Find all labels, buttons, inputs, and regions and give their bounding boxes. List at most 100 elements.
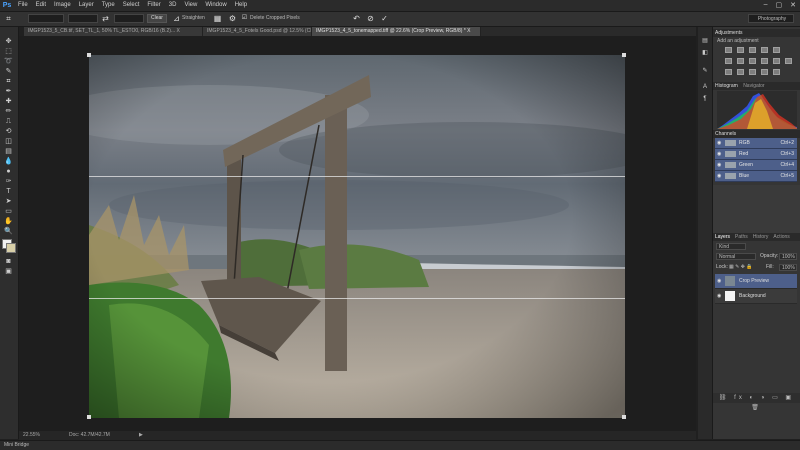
reset-icon[interactable]: ↶ — [352, 14, 361, 23]
layer-row-background[interactable]: ◉ Background — [715, 289, 797, 304]
menu-3d[interactable]: 3D — [165, 0, 181, 11]
tab-histogram[interactable]: Histogram — [713, 83, 740, 89]
swap-icon[interactable]: ⇄ — [101, 14, 110, 23]
crop-tool-icon[interactable]: ⌗ — [3, 77, 14, 86]
threshold-icon[interactable] — [749, 69, 756, 75]
channel-row-blue[interactable]: ◉ Blue Ctrl+5 — [715, 171, 797, 182]
crop-width-field[interactable] — [68, 14, 98, 23]
gear-icon[interactable]: ⚙ — [228, 14, 237, 23]
exposure-icon[interactable] — [761, 47, 768, 53]
menu-view[interactable]: View — [180, 0, 201, 11]
brightness-contrast-icon[interactable] — [725, 47, 732, 53]
channel-mixer-icon[interactable] — [773, 58, 780, 64]
screen-mode-icon[interactable]: ▣ — [3, 267, 14, 276]
menu-file[interactable]: File — [14, 0, 32, 11]
black-white-icon[interactable] — [749, 58, 756, 64]
background-color-swatch[interactable] — [6, 243, 16, 253]
visibility-eye-icon[interactable]: ◉ — [717, 138, 721, 148]
layer-row-crop-preview[interactable]: ◉ Crop Preview — [715, 274, 797, 289]
crop-height-field[interactable] — [114, 14, 144, 23]
pen-tool-icon[interactable]: ✑ — [3, 177, 14, 186]
delete-cropped-label[interactable]: Delete Cropped Pixels — [250, 14, 300, 23]
quick-select-tool-icon[interactable]: ✎ — [3, 67, 14, 76]
dodge-tool-icon[interactable]: ● — [3, 167, 14, 176]
healing-tool-icon[interactable]: ✚ — [3, 97, 14, 106]
character-panel-icon[interactable]: A — [700, 83, 710, 91]
visibility-eye-icon[interactable]: ◉ — [717, 149, 721, 159]
tab-document-active[interactable]: IMGP1523_4_5_tonemapped.tiff @ 22.6% (Cr… — [312, 27, 481, 36]
properties-icon[interactable]: ◧ — [700, 49, 710, 57]
eraser-tool-icon[interactable]: ◫ — [3, 137, 14, 146]
layer-name[interactable]: Background — [739, 289, 766, 303]
color-lookup-icon[interactable] — [785, 58, 792, 64]
visibility-eye-icon[interactable]: ◉ — [717, 289, 721, 303]
levels-icon[interactable] — [737, 47, 744, 53]
menu-window[interactable]: Window — [201, 0, 230, 11]
layers-footer-icons[interactable]: ⛓ fx ◐ ◑ ▭ ▣ 🗑 — [713, 393, 800, 411]
channel-row-red[interactable]: ◉ Red Ctrl+3 — [715, 149, 797, 160]
lasso-tool-icon[interactable]: ➰ — [3, 57, 14, 66]
invert-icon[interactable] — [725, 69, 732, 75]
menu-image[interactable]: Image — [50, 0, 75, 11]
straighten-label[interactable]: Straighten — [182, 14, 205, 23]
checkbox-icon[interactable]: ☑ — [240, 14, 249, 23]
commit-icon[interactable]: ✓ — [380, 14, 389, 23]
crop-handle-top-left[interactable] — [87, 53, 91, 57]
visibility-eye-icon[interactable]: ◉ — [717, 274, 721, 288]
photo-filter-icon[interactable] — [761, 58, 768, 64]
tab-document-2[interactable]: IMGP1523_4_5_Fotels Good.psd @ 12.5% (CB… — [203, 27, 312, 36]
path-select-tool-icon[interactable]: ➤ — [3, 197, 14, 206]
fill-field[interactable]: 100% — [779, 264, 797, 271]
color-balance-icon[interactable] — [737, 58, 744, 64]
lock-icons[interactable]: ▦ ✎ ✥ 🔒 — [729, 264, 753, 271]
paragraph-panel-icon[interactable]: ¶ — [700, 95, 710, 103]
menu-help[interactable]: Help — [231, 0, 251, 11]
cancel-icon[interactable]: ⊘ — [366, 14, 375, 23]
straighten-icon[interactable]: ⊿ — [172, 14, 181, 23]
zoom-tool-icon[interactable]: 🔍 — [3, 227, 14, 236]
marquee-tool-icon[interactable]: ⬚ — [3, 47, 14, 56]
zoom-level[interactable]: 22.55% — [23, 431, 40, 440]
gradient-map-icon[interactable] — [761, 69, 768, 75]
workspace-select[interactable]: Photography — [748, 14, 794, 23]
shape-tool-icon[interactable]: ▭ — [3, 207, 14, 216]
history-brush-tool-icon[interactable]: ⟲ — [3, 127, 14, 136]
opacity-field[interactable]: 100% — [779, 253, 797, 260]
tab-history[interactable]: History — [751, 233, 771, 241]
tab-document-1[interactable]: IMGP1523_5_CB.tif, SET_TL_1, 50% TL_ESTO… — [24, 27, 203, 36]
crop-ratio-select[interactable] — [28, 14, 64, 23]
brush-panel-icon[interactable]: ✎ — [700, 67, 710, 75]
gradient-tool-icon[interactable]: ▤ — [3, 147, 14, 156]
close-icon[interactable]: ✕ — [790, 1, 796, 9]
crop-handle-bottom-left[interactable] — [87, 415, 91, 419]
hue-saturation-icon[interactable] — [725, 58, 732, 64]
crop-handle-top-right[interactable] — [622, 53, 626, 57]
tab-channels[interactable]: Channels — [713, 131, 738, 137]
visibility-eye-icon[interactable]: ◉ — [717, 160, 721, 170]
status-menu-arrow-icon[interactable]: ▶ — [139, 431, 143, 440]
menu-select[interactable]: Select — [119, 0, 144, 11]
curves-icon[interactable] — [749, 47, 756, 53]
menu-filter[interactable]: Filter — [143, 0, 164, 11]
vibrance-icon[interactable] — [773, 47, 780, 53]
crop-handle-bottom-right[interactable] — [622, 415, 626, 419]
tab-adjustments[interactable]: Adjustments — [713, 30, 745, 36]
history-icon[interactable]: ▤ — [700, 37, 710, 45]
crop-tool-icon[interactable]: ⌗ — [4, 14, 13, 23]
hand-tool-icon[interactable]: ✋ — [3, 217, 14, 226]
channel-row-green[interactable]: ◉ Green Ctrl+4 — [715, 160, 797, 171]
brush-tool-icon[interactable]: ✏ — [3, 107, 14, 116]
maximize-icon[interactable]: ▢ — [776, 1, 783, 9]
menu-edit[interactable]: Edit — [32, 0, 50, 11]
move-tool-icon[interactable]: ✥ — [3, 37, 14, 46]
tab-navigator[interactable]: Navigator — [741, 83, 766, 89]
tab-layers[interactable]: Layers — [713, 233, 732, 241]
blur-tool-icon[interactable]: 💧 — [3, 157, 14, 166]
visibility-eye-icon[interactable]: ◉ — [717, 171, 721, 181]
tab-paths[interactable]: Paths — [733, 233, 750, 241]
layer-name[interactable]: Crop Preview — [739, 274, 769, 288]
clear-button[interactable]: Clear — [147, 14, 167, 23]
type-tool-icon[interactable]: T — [3, 187, 14, 196]
document-image[interactable] — [89, 55, 625, 418]
menu-type[interactable]: Type — [98, 0, 119, 11]
